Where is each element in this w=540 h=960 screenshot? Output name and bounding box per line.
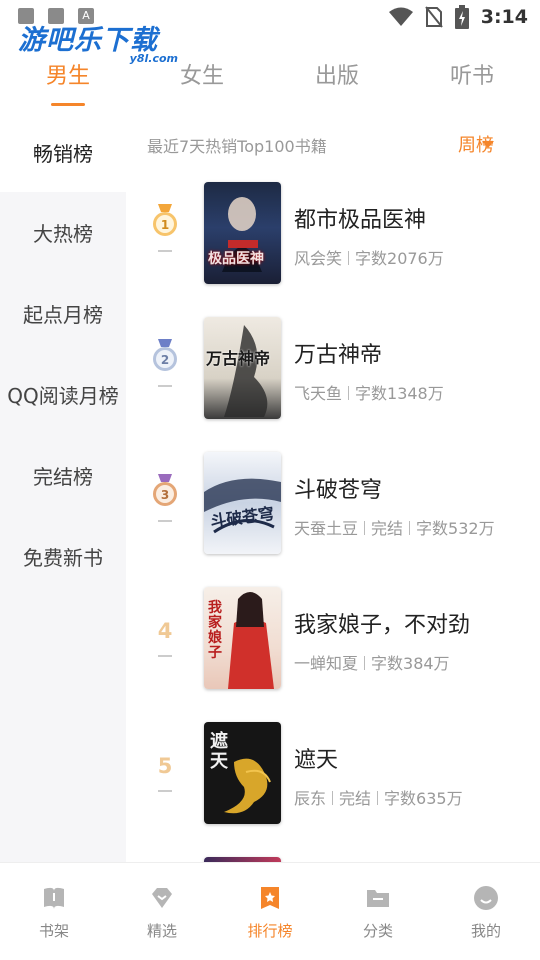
rank-divider bbox=[158, 385, 172, 387]
book-author: 风会笑 bbox=[294, 249, 343, 268]
rank-number: 3 bbox=[161, 488, 169, 502]
meta-separator bbox=[377, 791, 379, 805]
book-cover[interactable]: 我家娘子 bbox=[204, 587, 281, 689]
book-cover[interactable]: 万古神帝 bbox=[204, 317, 281, 419]
filter-row: 最近7天热销Top100书籍 周榜 bbox=[126, 112, 540, 174]
dropdown-caret-icon[interactable] bbox=[482, 141, 494, 148]
book-title[interactable]: 斗破苍穹 bbox=[294, 472, 382, 504]
rank-number: 4 bbox=[157, 619, 173, 643]
book-icon bbox=[44, 887, 64, 909]
ranking-icon bbox=[261, 887, 279, 909]
nav-label: 书架 bbox=[38, 922, 69, 940]
rank-badge: 2 bbox=[150, 339, 180, 399]
meta-separator bbox=[348, 251, 350, 265]
rank-badge: 3 bbox=[150, 474, 180, 534]
book-author: 飞天鱼 bbox=[294, 384, 343, 403]
gold-medal-icon: 1 bbox=[153, 204, 177, 236]
meta-separator bbox=[348, 386, 350, 400]
book-title[interactable]: 都市极品医神 bbox=[294, 202, 426, 234]
nav-bookshelf[interactable]: 书架 bbox=[0, 863, 108, 960]
ranking-list: 最近7天热销Top100书籍 周榜 1 极品医神 都市极品医神 风会笑 字数207… bbox=[126, 112, 540, 862]
tab-male[interactable]: 男生 bbox=[23, 58, 113, 90]
cover-title: 万古神帝 bbox=[206, 349, 271, 368]
battery-icon bbox=[454, 5, 469, 29]
rank-divider bbox=[158, 790, 172, 792]
book-author: 辰东 bbox=[294, 789, 327, 808]
book-meta: 风会笑 字数2076万 bbox=[294, 245, 444, 269]
meta-separator bbox=[364, 521, 366, 535]
book-meta: 飞天鱼 字数1348万 bbox=[294, 380, 444, 404]
nav-label: 我的 bbox=[470, 922, 501, 940]
book-cover[interactable]: 遮天 bbox=[204, 722, 281, 824]
sidebar-item-hot[interactable]: 大热榜 bbox=[0, 192, 126, 272]
cover-art bbox=[222, 197, 262, 272]
gem-icon bbox=[152, 888, 172, 908]
profile-icon bbox=[474, 886, 498, 910]
book-cover[interactable]: 极品医神 bbox=[204, 182, 281, 284]
nav-label: 精选 bbox=[146, 922, 177, 940]
book-words: 字数384万 bbox=[371, 654, 450, 673]
tab-female[interactable]: 女生 bbox=[157, 58, 247, 90]
silver-medal-icon: 2 bbox=[153, 339, 177, 371]
rank-divider bbox=[158, 655, 172, 657]
folder-icon bbox=[367, 890, 389, 907]
tab-audiobook[interactable]: 听书 bbox=[427, 58, 517, 90]
book-words: 字数635万 bbox=[384, 789, 463, 808]
sidebar-item-bestseller[interactable]: 畅销榜 bbox=[0, 112, 126, 192]
gender-tabs: 男生 女生 出版 听书 bbox=[0, 50, 540, 112]
no-sim-icon bbox=[424, 6, 443, 28]
book-item[interactable]: 2 万古神帝 万古神帝 飞天鱼 字数1348万 bbox=[126, 317, 540, 452]
book-author: 天蚕土豆 bbox=[294, 519, 359, 538]
meta-separator bbox=[332, 791, 334, 805]
rank-badge: 5 bbox=[150, 744, 180, 804]
rank-number: 2 bbox=[161, 353, 169, 367]
book-meta: 辰东 完结 字数635万 bbox=[294, 785, 463, 809]
nav-featured[interactable]: 精选 bbox=[108, 863, 216, 960]
book-item[interactable]: 1 极品医神 都市极品医神 风会笑 字数2076万 bbox=[126, 182, 540, 317]
meta-separator bbox=[409, 521, 411, 535]
cover-title: 极品医神 bbox=[208, 251, 264, 267]
active-tab-indicator bbox=[51, 103, 85, 106]
wifi-icon bbox=[388, 7, 413, 26]
meta-separator bbox=[364, 656, 366, 670]
book-cover[interactable]: 斗破苍穹 bbox=[204, 452, 281, 554]
cover-title: 遮天 bbox=[210, 731, 228, 772]
rank-divider bbox=[158, 520, 172, 522]
book-item[interactable]: 5 遮天 遮天 辰东 完结 字数635万 bbox=[126, 722, 540, 857]
rank-number: 1 bbox=[161, 218, 169, 232]
rank-divider bbox=[158, 250, 172, 252]
clock: 3:14 bbox=[480, 6, 528, 28]
rank-badge: 4 bbox=[150, 609, 180, 669]
nav-label: 分类 bbox=[362, 922, 393, 940]
filter-description: 最近7天热销Top100书籍 bbox=[147, 137, 327, 156]
rank-number: 5 bbox=[157, 754, 173, 778]
nav-profile[interactable]: 我的 bbox=[432, 863, 540, 960]
book-words: 字数2076万 bbox=[355, 249, 444, 268]
bottom-nav: 书架 精选 排行榜 分类 我的 bbox=[0, 862, 540, 960]
book-author: 一蝉知夏 bbox=[294, 654, 359, 673]
sidebar-item-qidian-monthly[interactable]: 起点月榜 bbox=[0, 273, 126, 353]
nav-category[interactable]: 分类 bbox=[324, 863, 432, 960]
book-status: 完结 bbox=[339, 789, 372, 808]
sidebar-item-free-new[interactable]: 免费新书 bbox=[0, 516, 126, 596]
bronze-medal-icon: 3 bbox=[153, 474, 177, 506]
book-item[interactable]: 4 我家娘子 我家娘子，不对劲 一蝉知夏 字数384万 bbox=[126, 587, 540, 722]
book-item[interactable]: 3 斗破苍穹 斗破苍穹 天蚕土豆 完结 字数532万 bbox=[126, 452, 540, 587]
sidebar-item-finished[interactable]: 完结榜 bbox=[0, 435, 126, 515]
book-title[interactable]: 遮天 bbox=[294, 742, 338, 774]
nav-ranking[interactable]: 排行榜 bbox=[216, 863, 324, 960]
cover-title: 我家娘子 bbox=[208, 600, 222, 661]
book-title[interactable]: 我家娘子，不对劲 bbox=[294, 607, 470, 639]
book-meta: 一蝉知夏 字数384万 bbox=[294, 650, 450, 674]
ranking-sidebar: 畅销榜 大热榜 起点月榜 QQ阅读月榜 完结榜 免费新书 bbox=[0, 112, 126, 862]
nav-label: 排行榜 bbox=[247, 922, 293, 940]
rank-badge: 1 bbox=[150, 204, 180, 264]
sidebar-item-qq-monthly[interactable]: QQ阅读月榜 bbox=[0, 354, 126, 434]
book-status: 完结 bbox=[371, 519, 404, 538]
book-words: 字数532万 bbox=[416, 519, 495, 538]
book-title[interactable]: 万古神帝 bbox=[294, 337, 382, 369]
book-meta: 天蚕土豆 完结 字数532万 bbox=[294, 515, 495, 539]
book-words: 字数1348万 bbox=[355, 384, 444, 403]
tab-publish[interactable]: 出版 bbox=[292, 58, 382, 90]
